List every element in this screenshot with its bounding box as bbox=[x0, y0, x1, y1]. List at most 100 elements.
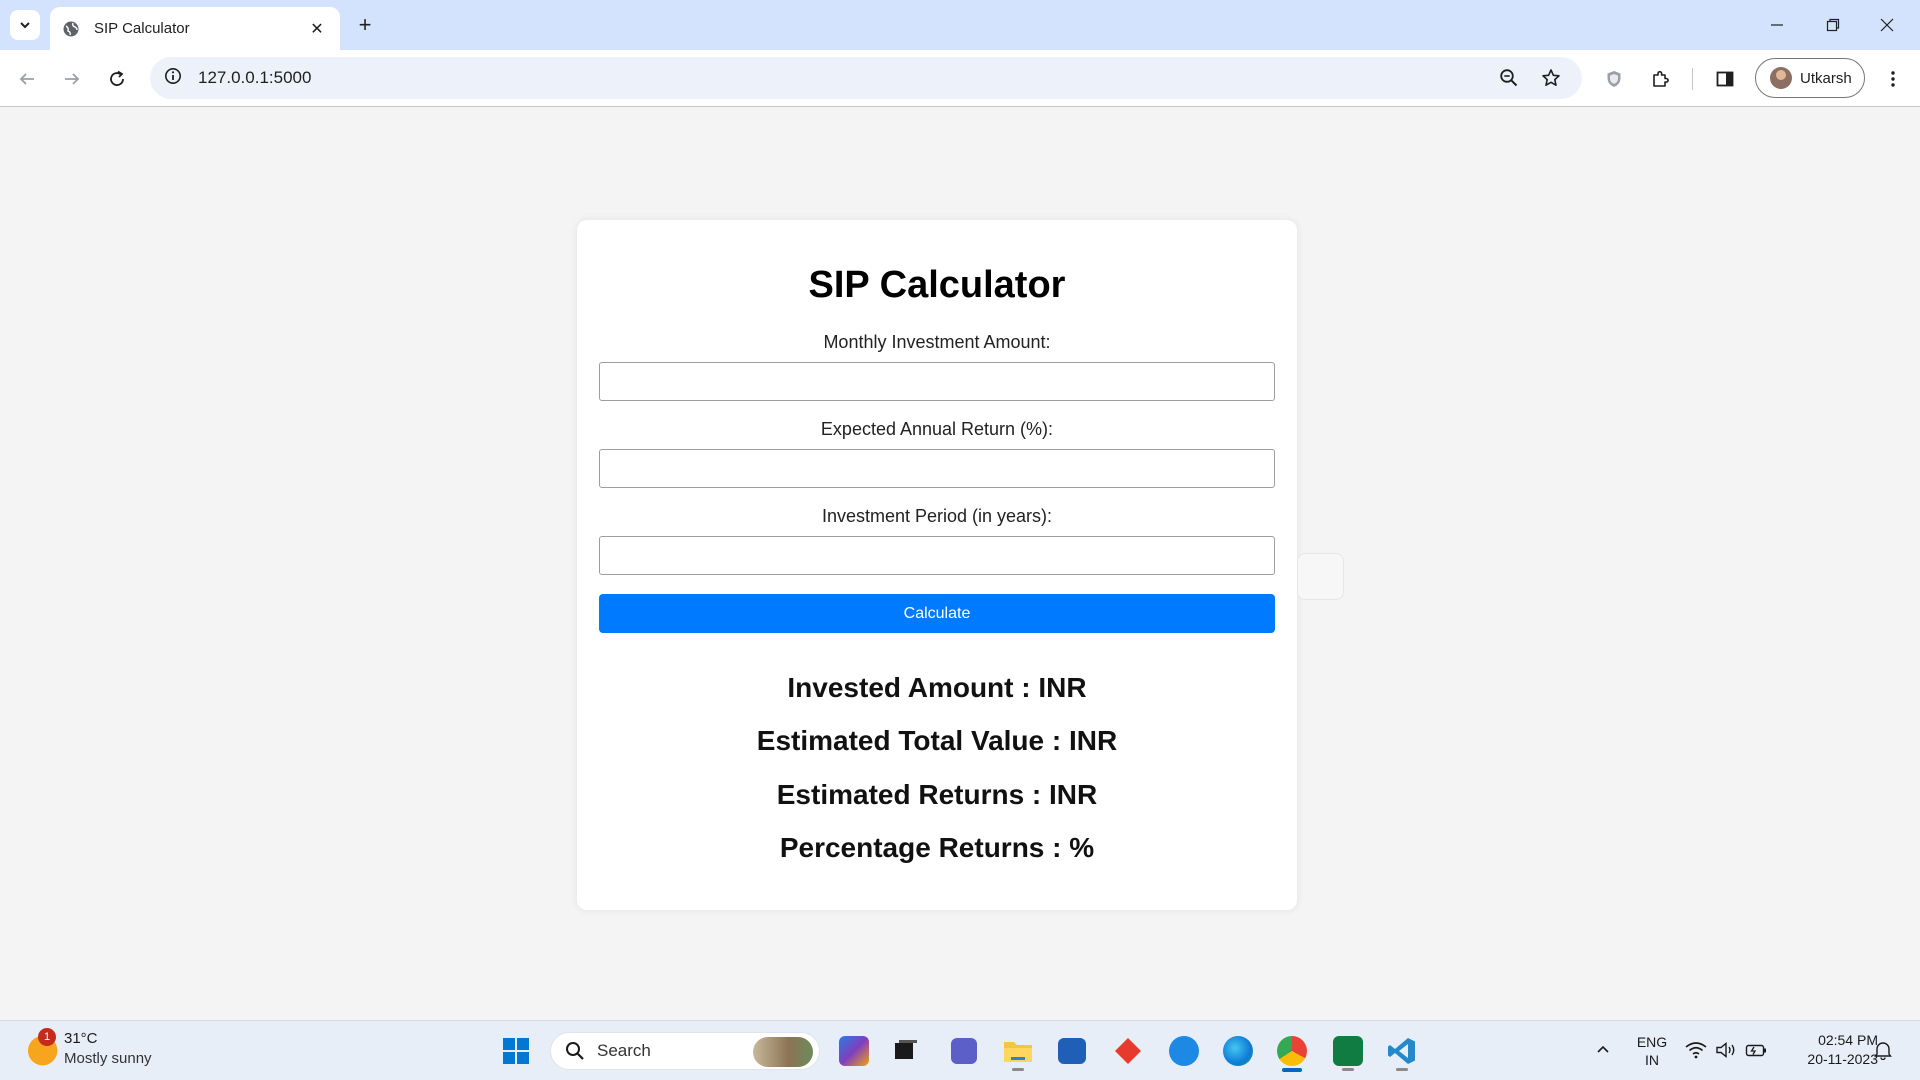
windows-logo-icon bbox=[503, 1038, 529, 1064]
weather-badge: 1 bbox=[38, 1028, 56, 1046]
copilot-icon bbox=[839, 1036, 869, 1066]
search-label: Search bbox=[597, 1041, 651, 1060]
folder-icon bbox=[1004, 1042, 1032, 1062]
zoom-button[interactable] bbox=[1492, 61, 1526, 95]
battery-icon bbox=[1745, 1044, 1766, 1057]
tab-sip-calculator[interactable]: SIP Calculator ✕ bbox=[50, 7, 340, 50]
bookmark-button[interactable] bbox=[1534, 61, 1568, 95]
excel-icon bbox=[1333, 1036, 1363, 1066]
sip-calculator-card: SIP Calculator Monthly Investment Amount… bbox=[577, 220, 1297, 910]
taskbar-app-chrome[interactable] bbox=[1270, 1029, 1314, 1073]
extension-shield-button[interactable] bbox=[1597, 62, 1631, 96]
estimated-returns-result: Estimated Returns : INR bbox=[776, 779, 1098, 810]
taskbar-app-teams[interactable] bbox=[942, 1029, 986, 1073]
teams-icon bbox=[951, 1038, 977, 1064]
kebab-menu-icon bbox=[1891, 71, 1895, 87]
battery-button[interactable] bbox=[1742, 1035, 1770, 1065]
search-highlight-image bbox=[753, 1037, 813, 1067]
zoom-icon bbox=[1500, 69, 1518, 87]
search-icon bbox=[566, 1042, 584, 1060]
taskbar-app-file-explorer[interactable] bbox=[996, 1029, 1040, 1073]
profile-button[interactable]: Utkarsh bbox=[1755, 58, 1865, 98]
region-code: IN bbox=[1645, 1052, 1659, 1068]
close-icon bbox=[1880, 18, 1894, 32]
percentage-returns-result: Percentage Returns : % bbox=[779, 832, 1095, 863]
annual-return-input[interactable] bbox=[599, 449, 1275, 488]
start-button[interactable] bbox=[494, 1029, 538, 1073]
browser-tab-strip: SIP Calculator ✕ + bbox=[0, 0, 1920, 50]
edge-icon bbox=[1223, 1036, 1253, 1066]
arrow-left-icon bbox=[19, 73, 34, 85]
clock-time: 02:54 PM bbox=[1818, 1032, 1878, 1048]
taskbar-app-store[interactable] bbox=[1050, 1029, 1094, 1073]
tab-search-button[interactable] bbox=[10, 10, 40, 40]
running-indicator bbox=[1342, 1068, 1354, 1071]
annual-return-label: Expected Annual Return (%): bbox=[820, 419, 1054, 439]
address-bar[interactable]: 127.0.0.1:5000 bbox=[150, 57, 1582, 99]
invested-amount-result: Invested Amount : INR bbox=[787, 672, 1087, 703]
minimize-button[interactable] bbox=[1754, 8, 1800, 42]
monthly-investment-label: Monthly Investment Amount: bbox=[823, 332, 1051, 352]
taskbar-search[interactable]: Search bbox=[550, 1032, 820, 1070]
floating-widget[interactable] bbox=[1297, 553, 1344, 600]
close-window-button[interactable] bbox=[1864, 8, 1910, 42]
notifications-button[interactable] bbox=[1870, 1037, 1896, 1063]
mail-app-icon bbox=[1169, 1036, 1199, 1066]
chevron-down-icon bbox=[20, 22, 30, 29]
running-indicator bbox=[1396, 1068, 1408, 1071]
diamond-app-icon bbox=[1115, 1038, 1141, 1064]
chevron-up-icon bbox=[1597, 1045, 1609, 1053]
avatar bbox=[1770, 67, 1792, 89]
task-view-icon bbox=[895, 1040, 917, 1059]
back-button[interactable] bbox=[10, 62, 44, 96]
reload-button[interactable] bbox=[100, 62, 134, 96]
vscode-icon bbox=[1388, 1038, 1415, 1064]
weather-description: Mostly sunny bbox=[64, 1050, 152, 1067]
info-icon[interactable] bbox=[164, 67, 182, 90]
url-text[interactable]: 127.0.0.1:5000 bbox=[198, 68, 311, 88]
weather-widget[interactable]: 1 31°C Mostly sunny bbox=[24, 1028, 152, 1069]
calculate-button[interactable]: Calculate bbox=[599, 594, 1275, 633]
taskbar-app-mail[interactable] bbox=[1162, 1029, 1206, 1073]
taskbar-app-edge[interactable] bbox=[1216, 1029, 1260, 1073]
shield-icon bbox=[1607, 71, 1621, 87]
arrow-right-icon bbox=[65, 73, 80, 85]
profile-name: Utkarsh bbox=[1800, 69, 1852, 87]
investment-period-input[interactable] bbox=[599, 536, 1275, 575]
side-panel-button[interactable] bbox=[1708, 62, 1742, 96]
tab-title: SIP Calculator bbox=[94, 20, 190, 37]
taskbar-clock[interactable]: 02:54 PM 20-11-2023 bbox=[1778, 1031, 1878, 1069]
restore-button[interactable] bbox=[1810, 8, 1856, 42]
volume-icon bbox=[1716, 1042, 1735, 1058]
forward-button[interactable] bbox=[55, 62, 89, 96]
browser-toolbar: 127.0.0.1:5000 Utkarsh bbox=[0, 50, 1920, 107]
taskbar-app-copilot[interactable] bbox=[832, 1029, 876, 1073]
input-language-indicator[interactable]: ENG IN bbox=[1630, 1033, 1674, 1069]
taskbar-app-red[interactable] bbox=[1106, 1029, 1150, 1073]
new-tab-button[interactable]: + bbox=[350, 10, 380, 40]
clock-date: 20-11-2023 bbox=[1807, 1051, 1878, 1067]
investment-period-label: Investment Period (in years): bbox=[821, 506, 1053, 526]
extensions-button[interactable] bbox=[1643, 62, 1677, 96]
monthly-investment-input[interactable] bbox=[599, 362, 1275, 401]
restore-icon bbox=[1826, 18, 1840, 32]
taskbar-app-excel[interactable] bbox=[1326, 1029, 1370, 1073]
reload-icon bbox=[110, 70, 124, 86]
globe-icon bbox=[62, 20, 80, 38]
chrome-icon bbox=[1277, 1036, 1307, 1066]
sun-icon: 1 bbox=[24, 1028, 58, 1066]
store-icon bbox=[1058, 1038, 1086, 1064]
bell-icon bbox=[1874, 1042, 1892, 1060]
star-icon bbox=[1542, 69, 1560, 86]
tab-close-icon[interactable]: ✕ bbox=[306, 18, 328, 40]
puzzle-icon bbox=[1653, 70, 1669, 87]
taskbar-app-vscode[interactable] bbox=[1380, 1029, 1424, 1073]
minimize-icon bbox=[1771, 24, 1783, 26]
show-hidden-icons-button[interactable] bbox=[1588, 1035, 1618, 1065]
active-app-indicator bbox=[1282, 1068, 1302, 1072]
volume-button[interactable] bbox=[1712, 1035, 1740, 1065]
browser-menu-button[interactable] bbox=[1876, 62, 1910, 96]
wifi-button[interactable] bbox=[1682, 1035, 1710, 1065]
taskbar-app-task-view[interactable] bbox=[884, 1029, 928, 1073]
page-title: SIP Calculator bbox=[808, 264, 1066, 306]
